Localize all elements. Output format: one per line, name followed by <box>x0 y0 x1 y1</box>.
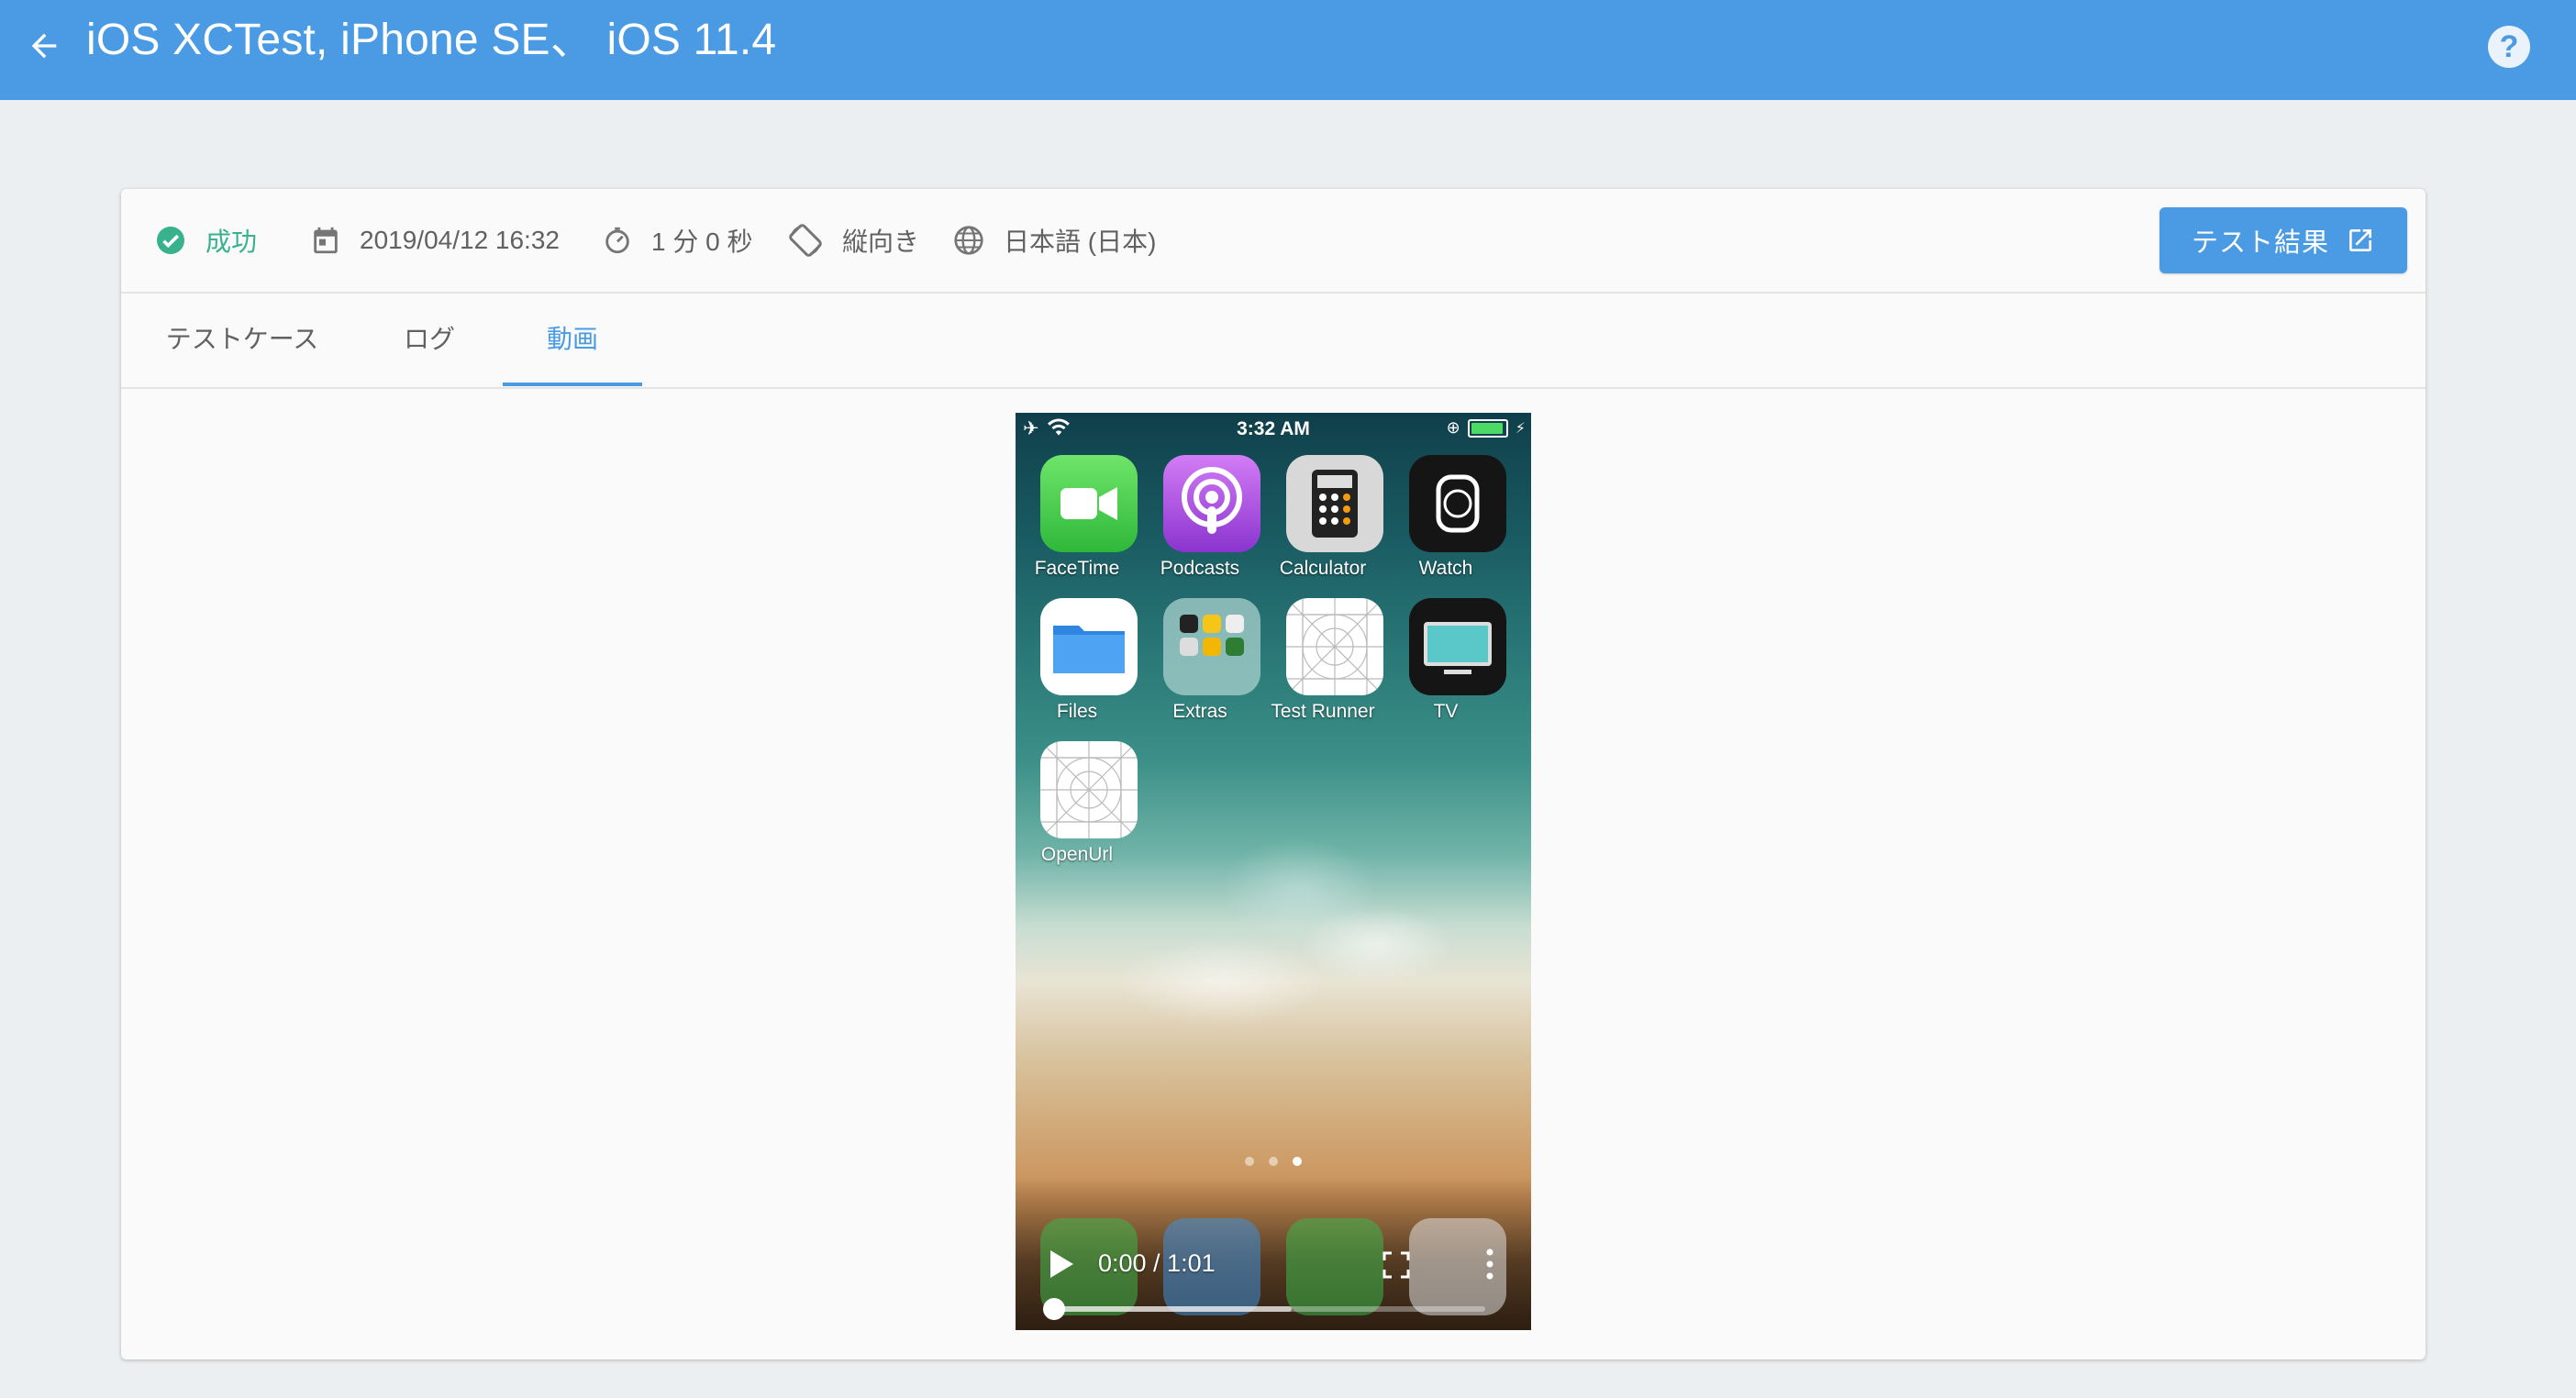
app-label: FaceTime <box>1034 558 1120 579</box>
active-tab-indicator <box>503 383 642 386</box>
app-podcasts[interactable]: Podcasts <box>1138 455 1261 593</box>
screen-rotation-icon <box>789 224 822 257</box>
app-facetime[interactable]: FaceTime <box>1016 455 1138 593</box>
arrow-left-icon <box>31 33 57 59</box>
play-icon[interactable] <box>1049 1249 1074 1279</box>
help-circle-icon[interactable]: ? <box>2488 26 2530 68</box>
podcasts-icon <box>1163 455 1260 552</box>
top-app-bar: iOS XCTest, iPhone SE、 iOS 11.4 ? <box>0 0 2576 100</box>
date-text: 2019/04/12 16:32 <box>360 226 560 254</box>
progress-buffered <box>1054 1306 1292 1312</box>
calculator-icon <box>1286 455 1383 552</box>
page-dot <box>1245 1157 1254 1166</box>
progress-knob[interactable] <box>1043 1298 1065 1320</box>
duration-text: 1 分 0 秒 <box>651 227 753 256</box>
locale-text: 日本語 (日本) <box>1004 227 1157 256</box>
watch-icon <box>1409 455 1506 552</box>
status-item: 成功 <box>154 216 257 264</box>
video-player[interactable]: ✈ 3:32 AM ⊕ ⚡ FaceTime Podcasts Calculat… <box>1016 413 1531 1330</box>
app-openurl[interactable]: OpenUrl <box>1016 741 1138 879</box>
tab-bar: テストケース ログ 動画 <box>121 294 2426 389</box>
more-vert-icon[interactable] <box>1483 1248 1496 1281</box>
app-tv[interactable]: TV <box>1384 598 1507 736</box>
back-button[interactable] <box>15 17 73 75</box>
page-dot-active <box>1293 1157 1302 1166</box>
calendar-icon <box>314 227 338 254</box>
tab-video[interactable]: 動画 <box>503 294 642 385</box>
ios-status-bar: ✈ 3:32 AM ⊕ ⚡ <box>1016 413 1531 444</box>
fullscreen-icon[interactable] <box>1382 1251 1410 1279</box>
app-calculator[interactable]: Calculator <box>1261 455 1384 593</box>
app-label: Extras <box>1172 701 1227 722</box>
app-watch[interactable]: Watch <box>1384 455 1507 593</box>
check-circle-icon <box>157 227 184 254</box>
facetime-icon <box>1040 455 1138 552</box>
rotation-lock-icon: ⊕ <box>1446 418 1460 437</box>
video-time: 0:00 / 1:01 <box>1098 1249 1216 1277</box>
app-label: TV <box>1433 701 1459 722</box>
openurl-icon <box>1040 741 1138 838</box>
app-label: Test Runner <box>1271 701 1375 722</box>
charging-icon: ⚡ <box>1515 420 1526 437</box>
page-title: iOS XCTest, iPhone SE、 iOS 11.4 <box>86 16 777 64</box>
app-label: Watch <box>1418 558 1473 579</box>
page-indicator <box>1016 1154 1531 1171</box>
video-progress-bar[interactable] <box>1043 1298 1485 1320</box>
app-label: Calculator <box>1279 558 1367 579</box>
battery-icon <box>1467 418 1508 438</box>
app-label: Podcasts <box>1160 558 1240 579</box>
orientation-item: 縦向き <box>787 216 919 264</box>
test-results-button[interactable]: テスト結果 <box>2160 207 2407 273</box>
date-item: 2019/04/12 16:32 <box>310 216 560 264</box>
test-results-label: テスト結果 <box>2191 228 2329 258</box>
duration-item: 1 分 0 秒 <box>602 216 752 264</box>
video-controls: 0:00 / 1:01 <box>1016 1211 1531 1330</box>
orientation-text: 縦向き <box>842 227 920 256</box>
tab-test-cases[interactable]: テストケース <box>154 294 330 385</box>
open-in-new-icon <box>2349 229 2371 251</box>
globe-icon <box>954 226 983 255</box>
locale-item: 日本語 (日本) <box>952 216 1156 264</box>
app-files[interactable]: Files <box>1016 598 1138 736</box>
status-text: 成功 <box>205 227 258 256</box>
app-label: OpenUrl <box>1040 844 1114 865</box>
app-label: Files <box>1056 701 1098 722</box>
test-runner-icon <box>1286 598 1383 695</box>
tv-icon <box>1409 598 1506 695</box>
extras-folder-icon <box>1163 598 1260 695</box>
tab-logs[interactable]: ログ <box>363 294 495 385</box>
page-dot <box>1269 1157 1278 1166</box>
app-extras-folder[interactable]: Extras <box>1138 598 1261 736</box>
summary-row: 成功 2019/04/12 16:32 1 分 0 秒 縦向き 日本語 (日本)… <box>121 189 2426 294</box>
timer-icon <box>605 227 629 254</box>
app-test-runner[interactable]: Test Runner <box>1261 598 1384 736</box>
files-icon <box>1040 598 1138 695</box>
